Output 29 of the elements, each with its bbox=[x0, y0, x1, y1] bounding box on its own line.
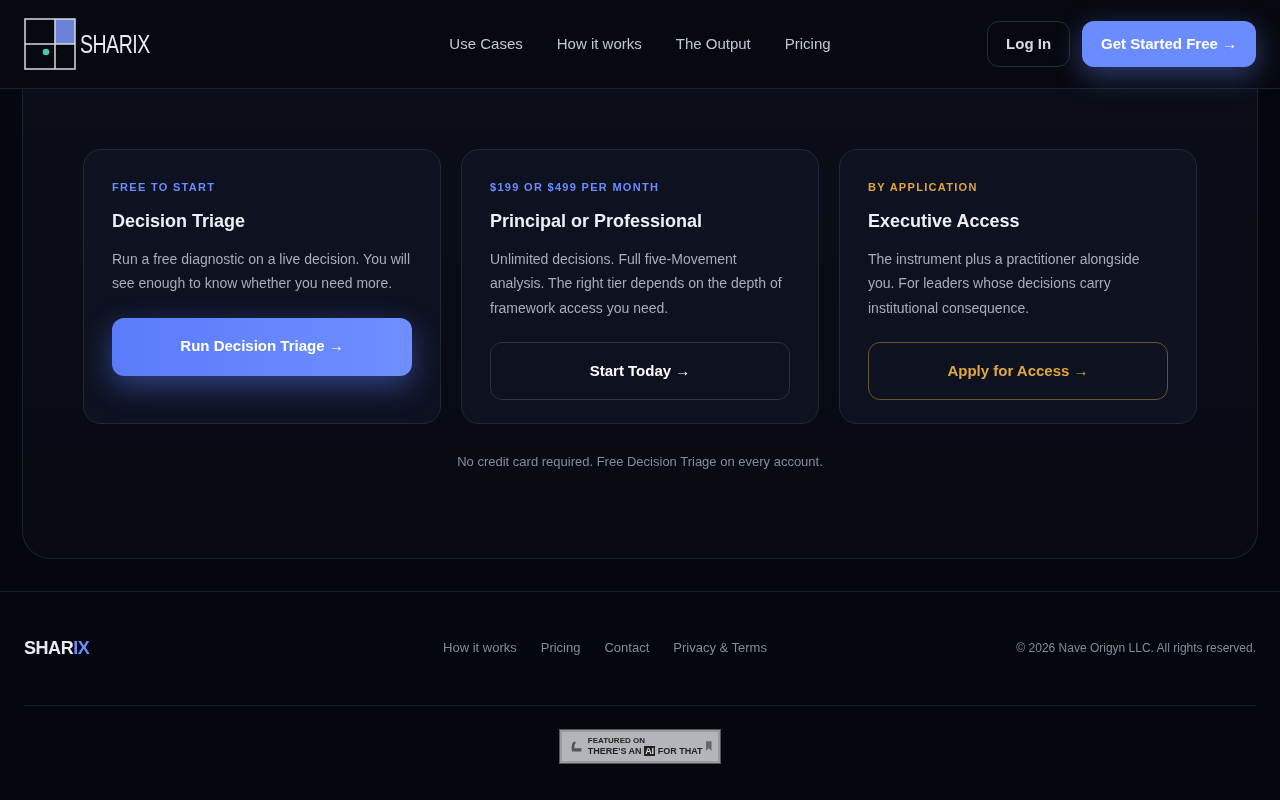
bookmark-icon bbox=[706, 740, 712, 752]
footer-link[interactable]: How it works bbox=[443, 638, 517, 658]
nav-link[interactable]: The Output bbox=[675, 32, 751, 56]
copyright: © 2026 Nave Origyn LLC. All rights reserved. bbox=[1015, 640, 1256, 657]
nav-link[interactable]: Pricing bbox=[784, 32, 831, 56]
tier-label: FREE TO START bbox=[112, 180, 217, 195]
featured-badge[interactable]: FEATURED ON THERE'S AN AI FOR THAT bbox=[560, 729, 720, 763]
plan-title: Decision Triage bbox=[112, 209, 247, 233]
tier-label: $199 OR $499 PER MONTH bbox=[490, 180, 661, 195]
footer-link[interactable]: Pricing bbox=[540, 638, 581, 658]
plan-title: Principal or Professional bbox=[490, 209, 704, 233]
pricing-note: No credit card required. Free Decision Triage on every account. bbox=[456, 453, 824, 471]
tier-label: BY APPLICATION bbox=[868, 180, 979, 195]
plan-description: Unlimited decisions. Full five-Movement analysis. The right tier depends on the depth of framework access you need. bbox=[490, 249, 783, 318]
footer-link[interactable]: Privacy & Terms bbox=[673, 638, 767, 658]
login-button[interactable]: Log In bbox=[987, 21, 1071, 67]
brand-name: SHARIX bbox=[80, 27, 150, 61]
plan-button[interactable]: Start Today → bbox=[490, 342, 790, 400]
badge-small-text: FEATURED ON bbox=[587, 735, 646, 746]
badge-text: THERE'S AN AI FOR THAT bbox=[587, 745, 703, 757]
logo-icon bbox=[24, 18, 76, 70]
nav-link[interactable]: Use Cases bbox=[449, 32, 523, 56]
plan-description: The instrument plus a practitioner alongside you. For leaders whose decisions carry institutional consequence. bbox=[868, 249, 1141, 318]
plan-description: Run a free diagnostic on a live decision. You will see enough to know whether you need more. bbox=[112, 249, 412, 293]
plan-title: Executive Access bbox=[868, 209, 1021, 233]
plan-button[interactable]: Apply for Access → bbox=[868, 342, 1168, 400]
footer-brand: SHARIX bbox=[24, 636, 91, 660]
footer-link[interactable]: Contact bbox=[604, 638, 650, 658]
nav-link[interactable]: How it works bbox=[556, 32, 642, 56]
